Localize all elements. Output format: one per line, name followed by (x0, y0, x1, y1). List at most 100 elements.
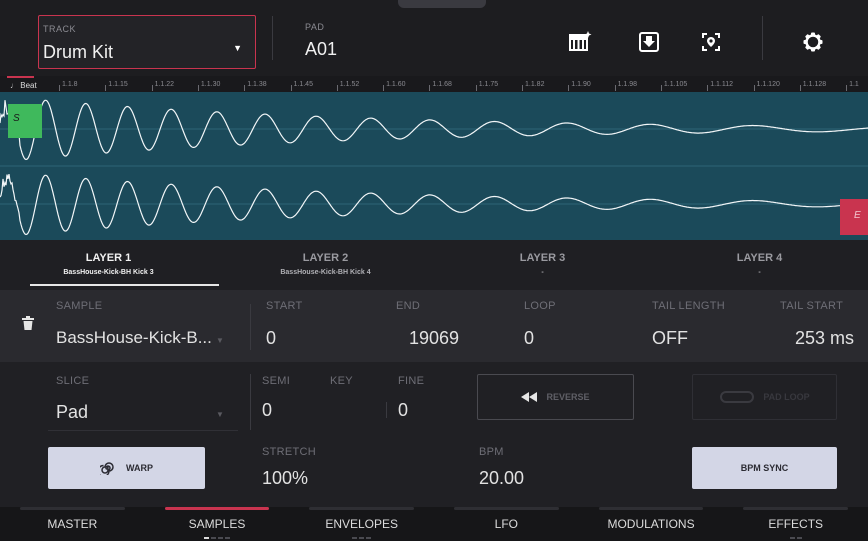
trash-icon[interactable] (22, 316, 34, 330)
timeline-ruler[interactable]: ♩ Beat 1.1.8 1.1.15 1.1.22 1.1.30 1.1.38 1.1.… (0, 76, 868, 92)
end-value[interactable]: 19069 (360, 328, 459, 349)
pad-value: A01 (305, 39, 337, 60)
track-select[interactable]: TRACK Drum Kit ▼ (38, 15, 256, 69)
layer-sample: - (434, 269, 651, 276)
tab-label: MASTER (47, 517, 97, 531)
tab-lfo[interactable]: LFO (434, 507, 579, 541)
start-label: START (266, 300, 303, 312)
layer-tabs: LAYER 1 BassHouse-Kick-BH Kick 3 LAYER 2… (0, 240, 868, 290)
loop-value[interactable]: 0 (524, 328, 534, 349)
warp-label: WARP (126, 463, 153, 473)
ruler-tick: 1.1.45 (294, 81, 313, 88)
divider (250, 374, 251, 430)
tab-layer-2[interactable]: LAYER 2 BassHouse-Kick-BH Kick 4 (217, 240, 434, 290)
layer-name: LAYER 3 (434, 252, 651, 264)
fine-label: FINE (398, 375, 424, 387)
waveform-channel-left (0, 100, 868, 159)
start-marker[interactable]: S (8, 104, 42, 138)
layer-sample: BassHouse-Kick-BH Kick 3 (0, 269, 217, 276)
reverse-button[interactable]: REVERSE (477, 374, 634, 420)
pad-select[interactable]: PAD A01 (305, 22, 337, 60)
bpm-sync-button[interactable]: BPM SYNC (692, 447, 837, 489)
tail-start-label: TAIL START (780, 300, 843, 312)
track-value: Drum Kit (43, 42, 113, 63)
tab-label: SAMPLES (189, 517, 246, 531)
layer-name: LAYER 4 (651, 252, 868, 264)
ruler-tick: 1.1.105 (664, 81, 687, 88)
bpm-value[interactable]: 20.00 (479, 468, 524, 489)
ruler-tick: 1.1.15 (108, 81, 127, 88)
keyboard-sparkle-icon[interactable] (568, 30, 592, 54)
tab-envelopes[interactable]: ENVELOPES (289, 507, 434, 541)
ruler-tick: 1.1.68 (432, 81, 451, 88)
page-dot (366, 537, 371, 539)
tail-length-label: TAIL LENGTH (652, 300, 725, 312)
waveform-display[interactable]: S E (0, 92, 868, 240)
tab-effects[interactable]: EFFECTS (723, 507, 868, 541)
bottom-tab-bar: MASTER SAMPLES ENVELOPES LFO MODULATIONS… (0, 507, 868, 541)
pad-loop-label: PAD LOOP (763, 392, 809, 402)
page-dot (790, 537, 795, 539)
page-dot (797, 537, 802, 539)
tab-layer-4[interactable]: LAYER 4 - (651, 240, 868, 290)
fine-value[interactable]: 0 (398, 400, 408, 421)
page-dot (204, 537, 209, 539)
end-label: END (396, 300, 420, 312)
warp-spiral-icon (100, 461, 114, 475)
ruler-tick: 1.1 (849, 81, 859, 88)
download-icon[interactable] (637, 30, 661, 54)
top-bar: TRACK Drum Kit ▼ PAD A01 (0, 0, 868, 76)
page-dot (211, 537, 216, 539)
semi-label: SEMI (262, 375, 290, 387)
sample-params-row: SAMPLE BassHouse-Kick-B... ▼ START 0 END… (0, 290, 868, 362)
ruler-tick: 1.1.98 (618, 81, 637, 88)
bpm-sync-label: BPM SYNC (741, 463, 789, 473)
tab-samples[interactable]: SAMPLES (145, 507, 290, 541)
ruler-tick: 1.1.75 (479, 81, 498, 88)
tail-length-value[interactable]: OFF (652, 328, 688, 349)
semi-value[interactable]: 0 (262, 400, 272, 421)
start-value[interactable]: 0 (266, 328, 276, 349)
pad-loop-button[interactable]: PAD LOOP (692, 374, 837, 420)
tab-layer-1[interactable]: LAYER 1 BassHouse-Kick-BH Kick 3 (0, 240, 217, 290)
loop-icon (719, 390, 755, 404)
page-dot (218, 537, 223, 539)
slice-value[interactable]: Pad (56, 402, 88, 423)
ruler-tick: 1.1.38 (247, 81, 266, 88)
layer-name: LAYER 1 (0, 252, 217, 264)
layer-sample: BassHouse-Kick-BH Kick 4 (217, 269, 434, 276)
divider (386, 402, 387, 418)
track-label: TRACK (43, 24, 76, 34)
page-dot (352, 537, 357, 539)
waveform-svg (0, 92, 868, 240)
chevron-down-icon: ▼ (216, 410, 224, 419)
slice-label: SLICE (56, 375, 89, 387)
ruler-tick: 1.1.90 (571, 81, 590, 88)
ruler-tick: 1.1.22 (155, 81, 174, 88)
tab-label: LFO (495, 517, 518, 531)
chevron-down-icon: ▼ (216, 336, 224, 345)
tail-start-value[interactable]: 253 ms (740, 328, 854, 349)
end-marker[interactable]: E (840, 199, 868, 235)
stretch-label: STRETCH (262, 446, 316, 458)
drag-handle[interactable] (398, 0, 486, 8)
key-label: KEY (330, 375, 353, 387)
locate-icon[interactable] (699, 30, 723, 54)
tab-label: ENVELOPES (325, 517, 398, 531)
loop-label: LOOP (524, 300, 556, 312)
tab-master[interactable]: MASTER (0, 507, 145, 541)
ruler-tick: 1.1.128 (803, 81, 826, 88)
reverse-label: REVERSE (546, 392, 589, 402)
ruler-tick: 1.1.120 (757, 81, 780, 88)
tab-modulations[interactable]: MODULATIONS (579, 507, 724, 541)
ruler-tick: 1.1.8 (62, 81, 78, 88)
gear-icon[interactable] (801, 30, 825, 54)
tab-label: MODULATIONS (607, 517, 694, 531)
sample-value[interactable]: BassHouse-Kick-B... (56, 328, 212, 348)
tab-layer-3[interactable]: LAYER 3 - (434, 240, 651, 290)
warp-button[interactable]: WARP (48, 447, 205, 489)
beat-label: ♩ Beat (10, 81, 37, 90)
layer-sample: - (651, 269, 868, 276)
stretch-value[interactable]: 100% (262, 468, 308, 489)
chevron-down-icon: ▼ (233, 43, 242, 53)
